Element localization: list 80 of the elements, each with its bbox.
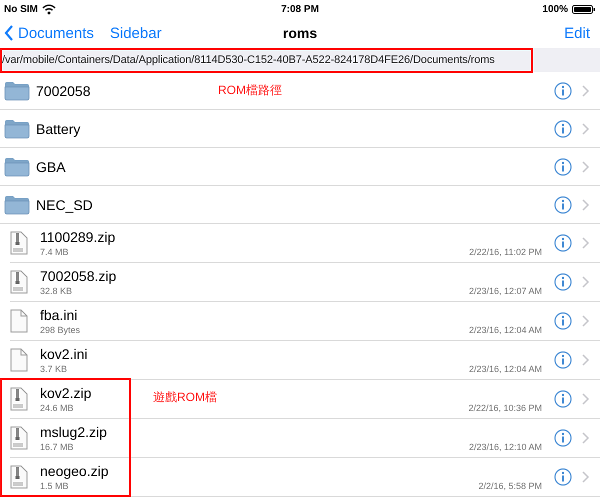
file-row[interactable]: 1100289.zip 7.4 MB 2/22/16, 11:02 PM [10,224,600,263]
info-icon[interactable] [554,234,572,252]
annotation-label: ROM檔路徑 [218,82,282,99]
file-size: 7.4 MB [40,247,69,257]
zip-file-icon [10,426,28,450]
chevron-icon [582,393,590,405]
chevron-icon [582,276,590,288]
file-name: kov2.zip [40,385,92,401]
file-date: 2/23/16, 12:10 AM [468,442,542,452]
file-size: 32.8 KB [40,286,72,296]
info-icon[interactable] [554,390,572,408]
file-name: 1100289.zip [40,229,116,245]
carrier-label: No SIM [4,4,38,14]
folder-icon [4,80,30,102]
file-row[interactable]: neogeo.zip 1.5 MB 2/2/16, 5:58 PM [10,458,600,497]
info-icon[interactable] [554,273,572,291]
file-row[interactable]: GBA [0,148,600,186]
file-name: kov2.ini [40,346,88,362]
file-size: 16.7 MB [40,442,74,452]
chevron-icon [582,354,590,366]
file-date: 2/22/16, 11:02 PM [469,247,542,257]
file-name: mslug2.zip [40,424,107,440]
zip-file-icon [10,387,28,411]
annotation-label: 遊戲ROM檔 [153,389,217,406]
zip-file-icon [10,270,28,294]
document-icon [10,348,28,372]
info-icon[interactable] [554,468,572,486]
info-icon[interactable] [554,158,572,176]
file-date: 2/23/16, 12:04 AM [468,325,542,335]
file-size: 3.7 KB [40,364,68,374]
status-time: 7:08 PM [281,4,319,14]
chevron-icon [582,160,590,172]
file-date: 2/23/16, 12:07 AM [468,286,542,296]
file-row[interactable]: kov2.ini 3.7 KB 2/23/16, 12:04 AM [10,341,600,380]
folder-icon [4,156,30,178]
file-date: 2/2/16, 5:58 PM [478,481,542,491]
file-size: 298 Bytes [40,325,80,335]
info-icon[interactable] [554,120,572,138]
file-name: 7002058.zip [40,268,116,284]
chevron-icon [582,432,590,444]
file-date: 2/22/16, 10:36 PM [468,403,542,413]
file-size: 24.6 MB [40,403,74,413]
sidebar-button[interactable]: Sidebar [110,24,162,42]
info-icon[interactable] [554,351,572,369]
file-name: neogeo.zip [40,463,109,479]
info-icon[interactable] [554,82,572,100]
chevron-icon [582,84,590,96]
info-icon[interactable] [554,429,572,447]
path-text: /var/mobile/Containers/Data/Application/8114D530-C152-40B7-A522-824178D4FE26/Documents/roms [2,54,495,66]
file-row[interactable]: 7002058.zip 32.8 KB 2/23/16, 12:07 AM [10,263,600,302]
nav-title: roms [282,25,318,41]
info-icon[interactable] [554,312,572,330]
file-row[interactable]: fba.ini 298 Bytes 2/23/16, 12:04 AM [10,302,600,341]
zip-file-icon [10,465,28,489]
chevron-icon [582,471,590,483]
wifi-icon [42,4,56,14]
folder-icon [4,194,30,216]
chevron-icon [582,198,590,210]
zip-file-icon [10,231,28,255]
battery-icon [572,4,596,14]
file-name: fba.ini [40,307,78,323]
file-name: NEC_SD [36,196,93,212]
file-name: GBA [36,158,66,174]
chevron-icon [582,237,590,249]
chevron-icon [582,122,590,134]
info-icon[interactable] [554,196,572,214]
file-size: 1.5 MB [40,481,69,491]
file-row[interactable]: mslug2.zip 16.7 MB 2/23/16, 12:10 AM [10,419,600,458]
folder-icon [4,118,30,140]
file-name: Battery [36,120,80,136]
battery-percent: 100% [542,4,568,14]
file-date: 2/23/16, 12:04 AM [468,364,542,374]
back-chevron-icon [4,25,14,41]
chevron-icon [582,315,590,327]
file-name: 7002058 [36,82,91,98]
edit-button[interactable]: Edit [564,24,590,42]
document-icon [10,309,28,333]
file-row[interactable]: NEC_SD [0,186,600,224]
file-row[interactable]: Battery [0,110,600,148]
back-button[interactable]: Documents [4,24,94,42]
